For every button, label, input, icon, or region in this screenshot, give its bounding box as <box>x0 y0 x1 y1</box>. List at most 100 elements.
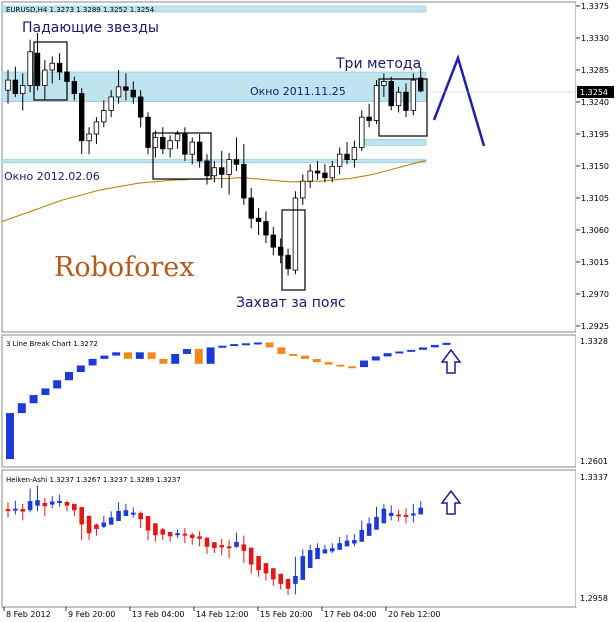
heiken-ashi-body <box>352 540 357 544</box>
time-tick-label: 8 Feb 2012 <box>6 610 51 619</box>
gap-zone <box>359 139 427 146</box>
heiken-ashi-body <box>271 568 276 580</box>
heiken-ashi-body <box>403 514 409 517</box>
line-break-block <box>430 344 439 348</box>
current-price-marker: 1.3254 <box>577 86 614 98</box>
price-tick-label: 1.3150 <box>581 162 609 171</box>
line-break-block <box>360 360 368 368</box>
line-break-tick-bottom: 1.2601 <box>580 457 608 466</box>
candle-body <box>410 79 417 111</box>
heiken-ashi-body <box>344 540 350 547</box>
trading-chart: EURUSD,H4 1.3273 1.3289 1.3252 1.3254 Па… <box>1 1 614 619</box>
line-break-block <box>147 352 156 359</box>
heiken-ashi-body <box>374 516 379 530</box>
label-window-2011: Окно 2011.11.25 <box>250 85 346 98</box>
label-three-methods: Три метода <box>335 56 421 72</box>
candle-body <box>219 167 225 175</box>
line-break-panel[interactable] <box>1 334 577 468</box>
line-break-block <box>265 342 274 348</box>
heiken-ashi-body <box>396 514 401 517</box>
heiken-ashi-body <box>108 517 114 525</box>
heiken-ashi-body <box>42 502 48 507</box>
price-tick-label: 1.3195 <box>581 130 609 139</box>
candle-body <box>211 167 218 177</box>
line-break-block <box>29 395 38 404</box>
candle-body <box>388 81 394 107</box>
candle-body <box>108 96 114 111</box>
line-break-block <box>277 347 286 354</box>
candle-body <box>307 170 313 182</box>
heiken-ashi-body <box>20 508 26 512</box>
price-tick-label: 1.3375 <box>581 2 609 11</box>
price-tick-label: 1.3330 <box>581 34 609 43</box>
candle-body <box>86 133 92 142</box>
candle-body <box>34 52 41 86</box>
time-tick-label: 17 Feb 04:00 <box>324 610 376 619</box>
label-falling-stars: Падающие звезды <box>22 20 159 36</box>
heiken-ashi-body <box>79 507 84 525</box>
heiken-ashi-body <box>160 529 166 535</box>
line-break-block <box>395 351 404 354</box>
candle-body <box>137 96 144 118</box>
candle-body <box>263 221 269 236</box>
candle-body <box>322 172 328 179</box>
candle-body <box>182 133 188 155</box>
line-break-block <box>242 343 250 346</box>
label-belt-hold: Захват за пояс <box>236 295 346 311</box>
current-price-label: 1.3254 <box>580 88 608 97</box>
time-tick-label: 13 Feb 04:00 <box>132 610 184 619</box>
heiken-ashi-body <box>27 501 33 511</box>
heiken-ashi-body <box>123 510 129 516</box>
candle-body <box>270 234 277 248</box>
price-tick-label: 1.3105 <box>581 194 609 203</box>
heiken-ashi-body <box>329 548 335 552</box>
line-break-tick-top: 1.3328 <box>580 337 608 346</box>
candle-body <box>241 163 247 199</box>
candle-body <box>196 141 203 162</box>
candle-body <box>381 81 387 86</box>
candle-body <box>344 153 350 160</box>
main-title: EURUSD,H4 1.3273 1.3289 1.3252 1.3254 <box>6 6 155 14</box>
line-break-block <box>407 349 416 352</box>
line-break-block <box>371 356 380 361</box>
candle <box>292 191 299 275</box>
line-break-block <box>17 403 26 414</box>
line-break-block <box>442 342 451 345</box>
heiken-ashi-body <box>130 512 136 515</box>
candle-body <box>233 159 240 165</box>
heiken-ashi-body <box>359 529 365 542</box>
candle-body <box>12 79 19 94</box>
price-tick-label: 1.3015 <box>581 258 609 267</box>
line-break-block <box>53 380 62 389</box>
candle-body <box>314 170 321 174</box>
candle-body <box>56 62 63 73</box>
candle-body <box>101 110 107 123</box>
candle-body <box>395 91 402 107</box>
candle-body <box>130 89 136 98</box>
line-break-block <box>88 358 97 366</box>
line-break-block <box>65 372 73 381</box>
heiken-ashi-body <box>189 534 195 539</box>
label-window-2012: Окно 2012.02.06 <box>4 170 100 183</box>
candle-body <box>300 180 306 199</box>
heiken-ashi-body <box>315 547 320 560</box>
heiken-ashi-body <box>285 578 291 589</box>
heiken-ashi-body <box>138 512 143 520</box>
line-break-block <box>348 366 357 369</box>
line-break-block <box>312 358 321 363</box>
heiken-ashi-body <box>293 575 298 584</box>
candle-body <box>160 136 166 150</box>
heiken-ashi-body <box>57 500 62 504</box>
line-break-block <box>206 347 215 364</box>
candle-body <box>145 116 151 148</box>
time-tick-label: 9 Feb 20:00 <box>68 610 115 619</box>
candle-body <box>123 86 129 91</box>
price-tick-label: 1.3060 <box>581 226 609 235</box>
heiken-ashi-tick-top: 1.3337 <box>580 473 608 482</box>
candle-body <box>226 159 232 175</box>
heiken-ashi-body <box>94 524 99 529</box>
heiken-ashi-body <box>366 523 372 536</box>
heiken-ashi-body <box>322 549 328 554</box>
heiken-ashi-body <box>234 541 239 547</box>
heiken-ashi-body <box>72 503 77 511</box>
